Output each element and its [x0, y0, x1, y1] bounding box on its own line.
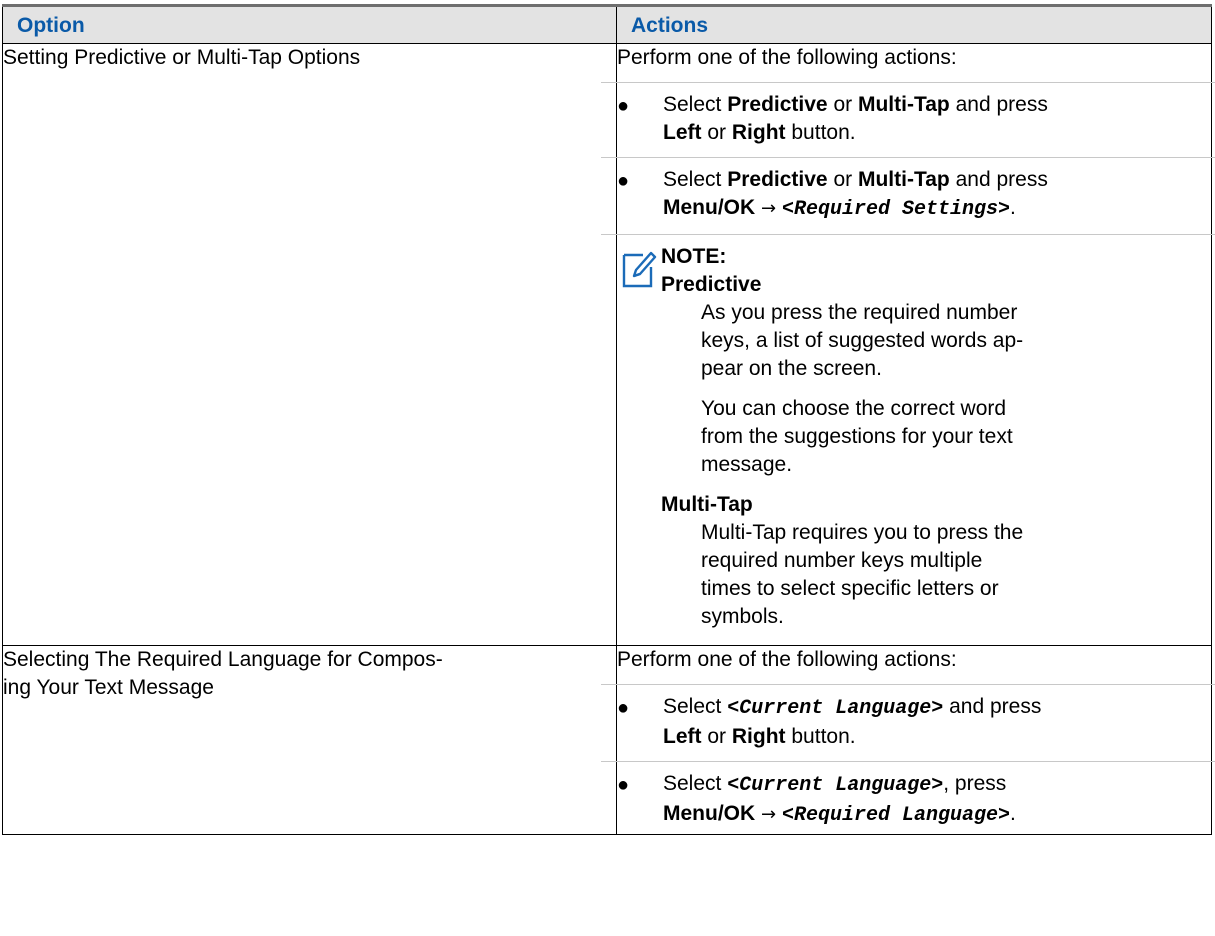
actions-cell: Perform one of the following actions: ● …	[601, 43, 1215, 646]
note-title: NOTE:	[661, 245, 727, 268]
bullet-icon: ●	[617, 95, 630, 117]
table-header-row: Option Actions	[2, 4, 1212, 44]
list-item: ● Select Predictive or Multi-Tap and pre…	[601, 82, 1215, 157]
actions-list: ● Select <Current Language> and press Le…	[601, 684, 1215, 834]
note-block: NOTE: Predictive As you press the requir…	[601, 234, 1215, 645]
note-def: As you press the required number keys, a…	[701, 301, 1024, 380]
option-cell: Setting Predictive or Multi-Tap Options	[2, 43, 617, 646]
actions-intro: Perform one of the following actions:	[617, 46, 957, 69]
actions-list: ● Select Predictive or Multi-Tap and pre…	[601, 82, 1215, 234]
bullet-icon: ●	[617, 697, 630, 719]
header-option: Option	[2, 4, 617, 44]
list-item: ● Select Predictive or Multi-Tap and pre…	[601, 157, 1215, 234]
arrow-icon: →	[761, 198, 777, 219]
note-pencil-icon	[622, 251, 657, 288]
option-text: Selecting The Required Language for Comp…	[3, 648, 443, 699]
table-row: Selecting The Required Language for Comp…	[2, 645, 1215, 835]
list-item: ● Select <Current Language> and press Le…	[601, 684, 1215, 761]
options-table: Option Actions Setting Predictive or Mul…	[2, 4, 1215, 835]
note-term-multitap: Multi-Tap	[661, 493, 753, 516]
arrow-icon: →	[761, 804, 777, 825]
table-row: Setting Predictive or Multi-Tap Options …	[2, 43, 1215, 646]
note-def: You can choose the correct word from the…	[701, 397, 1013, 476]
option-cell: Selecting The Required Language for Comp…	[2, 645, 617, 835]
actions-cell: Perform one of the following actions: ● …	[601, 645, 1215, 835]
option-text: Setting Predictive or Multi-Tap Options	[3, 46, 361, 69]
header-actions: Actions	[616, 4, 1212, 44]
note-def: Multi-Tap requires you to press the requ…	[701, 521, 1024, 628]
actions-intro: Perform one of the following actions:	[617, 648, 957, 671]
list-item: ● Select <Current Language>, press Menu/…	[601, 761, 1215, 834]
note-term-predictive: Predictive	[661, 273, 762, 296]
bullet-icon: ●	[617, 170, 630, 192]
bullet-icon: ●	[617, 774, 630, 796]
